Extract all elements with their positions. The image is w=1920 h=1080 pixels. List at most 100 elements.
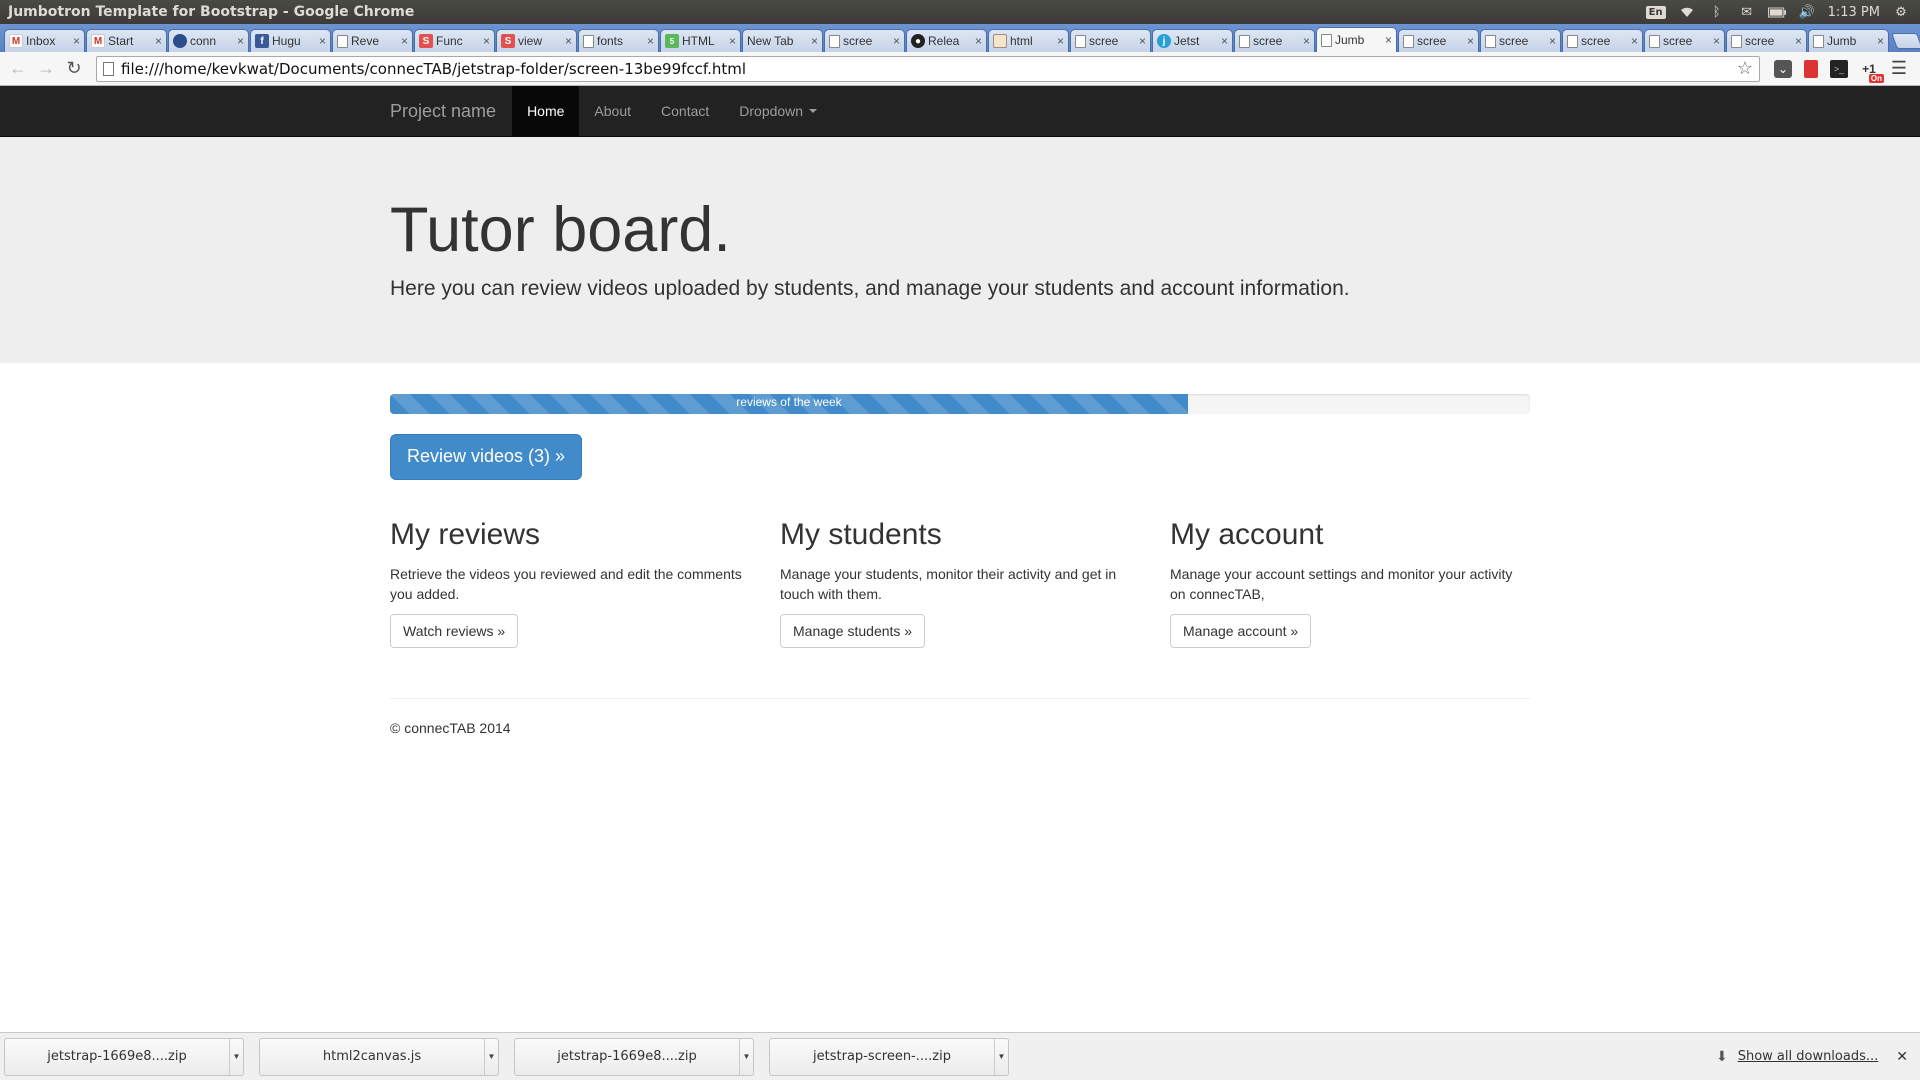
close-icon[interactable]: × [319,34,326,48]
tab-11[interactable]: ● Relea × [906,29,987,52]
tab-7[interactable]: fonts × [578,29,659,52]
close-icon[interactable]: × [1877,34,1884,48]
chevron-down-icon[interactable]: ▼ [739,1038,753,1075]
clock[interactable]: 1:13 PM [1828,5,1880,20]
volume-icon[interactable]: 🔊 [1798,5,1816,20]
close-icon[interactable]: × [1549,34,1556,48]
tab-19[interactable]: scree × [1562,29,1643,52]
bluetooth-icon[interactable]: ᛒ [1708,5,1726,20]
progress-bar-fill: reviews of the week [390,394,1188,414]
url-text[interactable]: file:///home/kevkwat/Documents/connecTAB… [121,60,1737,78]
close-icon[interactable]: × [729,34,736,48]
close-icon[interactable]: × [893,34,900,48]
terminal-extension-icon[interactable]: >_ [1830,59,1848,78]
gmail-icon: M [9,34,23,48]
close-icon[interactable]: × [237,34,244,48]
extension-badge: On [1868,73,1884,83]
pocket-extension-icon[interactable]: ⌄ [1774,59,1792,78]
tab-1[interactable]: M Start × [86,29,167,52]
download-item[interactable]: jetstrap-1669e8....zip ▼ [514,1037,754,1076]
close-icon[interactable]: × [1139,34,1146,48]
tab-10[interactable]: scree × [824,29,905,52]
close-icon[interactable]: × [975,34,982,48]
tab-12[interactable]: html × [988,29,1069,52]
tab-4[interactable]: Reve × [332,29,413,52]
close-icon[interactable]: × [1057,34,1064,48]
nav-contact[interactable]: Contact [646,86,724,136]
mail-icon[interactable]: ✉ [1738,5,1756,20]
tab-21[interactable]: scree × [1726,29,1807,52]
manage-account-button[interactable]: Manage account » [1170,613,1312,648]
chevron-down-icon[interactable]: ▼ [484,1038,498,1075]
battery-icon[interactable] [1767,5,1786,19]
window-title: Jumbotron Template for Bootstrap - Googl… [8,4,415,20]
close-icon[interactable]: × [647,34,654,48]
tab-title: Start [108,34,134,48]
tab-20[interactable]: scree × [1644,29,1725,52]
close-icon[interactable]: ✕ [1896,1049,1908,1065]
tab-8[interactable]: 5 HTML × [660,29,741,52]
close-icon[interactable]: × [483,34,490,48]
gmail-icon: M [91,34,105,48]
close-icon[interactable]: × [565,34,572,48]
tab-0[interactable]: M Inbox × [4,29,85,52]
wifi-icon[interactable] [1678,5,1696,19]
download-item[interactable]: jetstrap-1669e8....zip ▼ [4,1037,244,1076]
close-icon[interactable]: × [1795,34,1802,48]
close-icon[interactable]: × [1713,34,1720,48]
google-plus-extension-icon[interactable]: +1 On [1860,60,1884,83]
nav-home[interactable]: Home [512,86,580,136]
manage-students-button[interactable]: Manage students » [780,613,926,648]
chevron-down-icon[interactable]: ▼ [229,1038,243,1075]
menu-icon[interactable]: ☰ [1890,58,1908,78]
bookmark-extension-icon[interactable] [1804,59,1818,78]
watch-reviews-button[interactable]: Watch reviews » [390,613,519,648]
close-icon[interactable]: × [811,34,818,48]
tab-title: Jumb [1335,33,1365,47]
close-icon[interactable]: × [1385,33,1392,47]
nav-about[interactable]: About [579,86,646,136]
bookmark-star-icon[interactable]: ☆ [1737,58,1753,79]
close-icon[interactable]: × [1221,34,1228,48]
close-icon[interactable]: × [1631,34,1638,48]
gear-icon[interactable]: ⚙ [1892,5,1910,20]
tab-16[interactable]: Jumb × [1316,27,1397,52]
tab-14[interactable]: j Jetst × [1152,29,1233,52]
tab-13[interactable]: scree × [1070,29,1151,52]
close-icon[interactable]: × [155,34,162,48]
keyboard-layout-indicator[interactable]: En [1645,5,1666,19]
tab-2[interactable]: conn × [168,29,249,52]
download-item[interactable]: html2canvas.js ▼ [259,1037,499,1076]
page-icon [1813,34,1824,48]
navbar-brand[interactable]: Project name [390,86,511,136]
tab-title: conn [190,34,217,48]
reload-icon[interactable]: ↻ [62,57,86,81]
download-filename: html2canvas.js [322,1049,422,1064]
tab-5[interactable]: S Func × [414,29,495,52]
close-icon[interactable]: × [73,34,80,48]
tab-9[interactable]: New Tab × [742,29,823,52]
tab-title: Func [436,34,463,48]
tab-18[interactable]: scree × [1480,29,1561,52]
download-filename: jetstrap-screen-....zip [813,1049,951,1064]
page-icon [829,34,840,48]
new-tab-button[interactable] [1891,33,1920,49]
tab-22[interactable]: Jumb × [1808,29,1889,52]
chevron-down-icon[interactable]: ▼ [994,1038,1008,1075]
tab-3[interactable]: f Hugu × [250,29,331,52]
back-arrow-icon[interactable]: ← [6,57,30,81]
close-icon[interactable]: × [401,34,408,48]
tab-title: Relea [928,34,960,48]
caret-down-icon [809,109,818,113]
show-all-downloads-link[interactable]: Show all downloads... [1738,1049,1879,1064]
forward-arrow-icon[interactable]: → [34,57,58,81]
review-videos-button[interactable]: Review videos (3) » [390,434,583,480]
close-icon[interactable]: × [1467,34,1474,48]
nav-dropdown[interactable]: Dropdown [724,86,832,136]
download-item[interactable]: jetstrap-screen-....zip ▼ [769,1037,1009,1076]
tab-15[interactable]: scree × [1234,29,1315,52]
tab-6[interactable]: Sview × [496,29,577,52]
address-bar[interactable]: file:///home/kevkwat/Documents/connecTAB… [96,55,1760,82]
tab-17[interactable]: scree × [1398,29,1479,52]
close-icon[interactable]: × [1303,34,1310,48]
